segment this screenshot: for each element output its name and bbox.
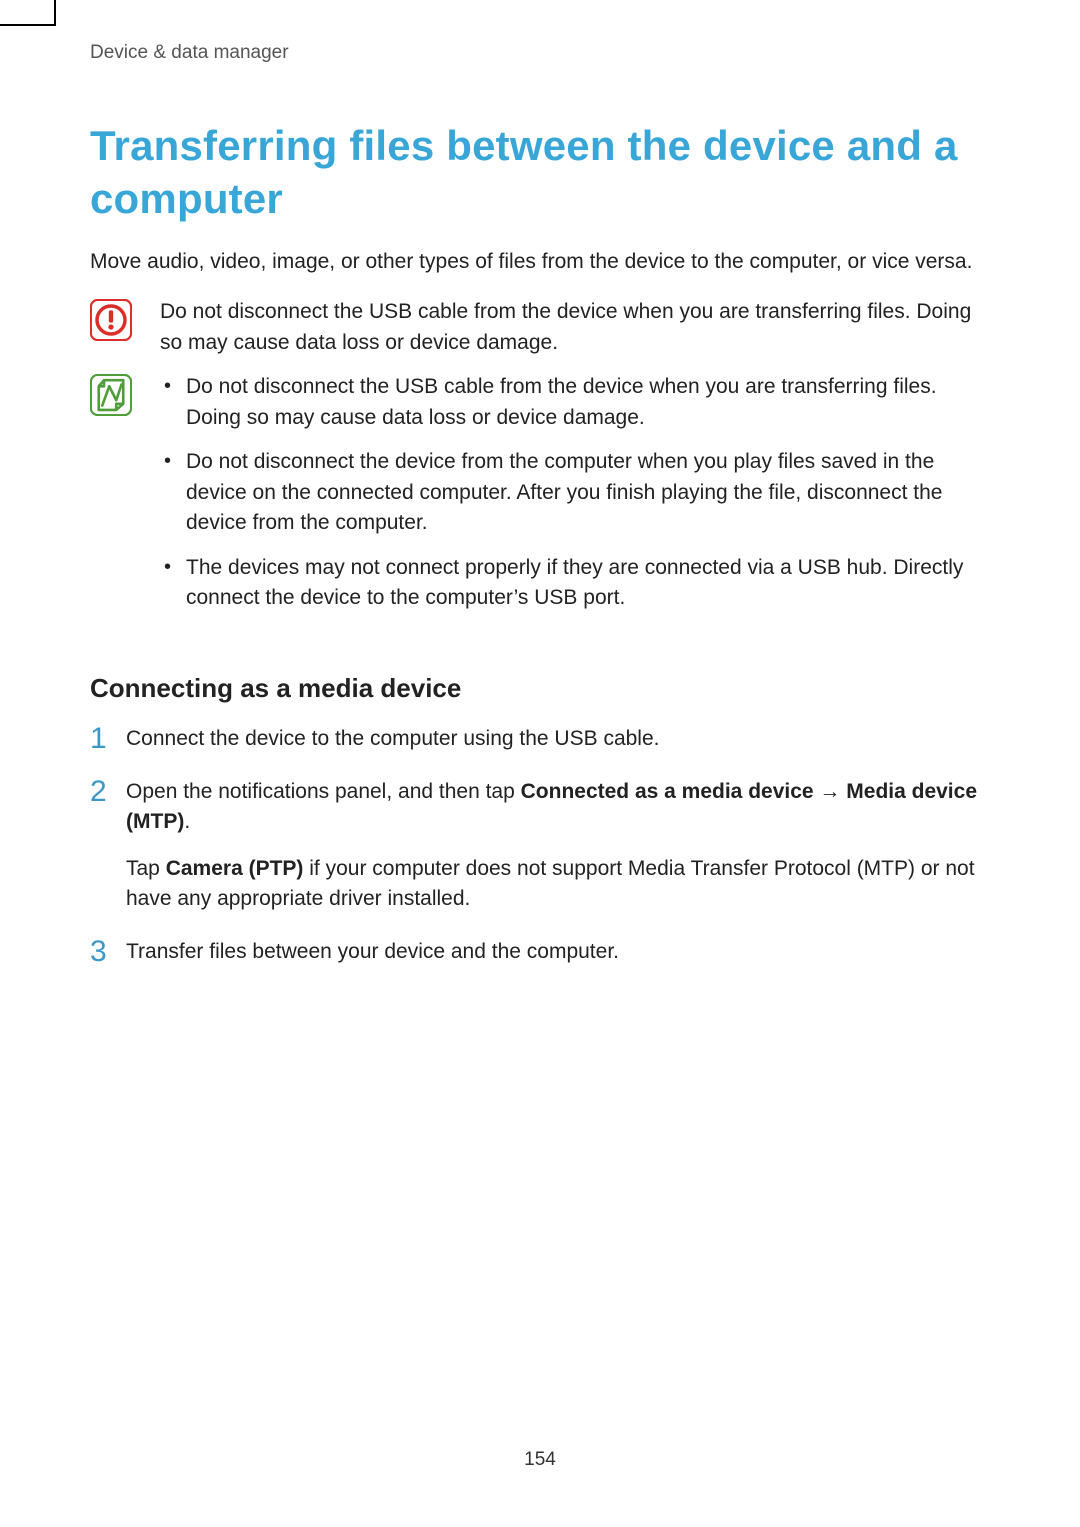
- crop-mark-vertical: [54, 0, 56, 26]
- running-head: Device & data manager: [90, 42, 990, 64]
- step-number: 1: [90, 724, 126, 754]
- step-body: Transfer files between your device and t…: [126, 937, 990, 967]
- note-bullet-list: Do not disconnect the USB cable from the…: [160, 372, 990, 613]
- step-2: 2 Open the notifications panel, and then…: [90, 777, 990, 915]
- text-fragment: Open the notifications panel, and then t…: [126, 780, 521, 803]
- note-bullet: Do not disconnect the device from the co…: [160, 447, 990, 538]
- section-heading: Connecting as a media device: [90, 673, 990, 704]
- note-bullet: The devices may not connect properly if …: [160, 553, 990, 614]
- warning-icon: [90, 299, 140, 346]
- note-body: Do not disconnect the USB cable from the…: [160, 372, 990, 627]
- step-1: 1 Connect the device to the computer usi…: [90, 724, 990, 754]
- step-number: 3: [90, 937, 126, 967]
- document-page: Device & data manager Transferring files…: [0, 0, 1080, 1527]
- bold-text: Connected as a media device: [521, 780, 814, 803]
- step-3: 3 Transfer files between your device and…: [90, 937, 990, 967]
- intro-paragraph: Move audio, video, image, or other types…: [90, 247, 990, 277]
- bold-text: Camera (PTP): [166, 857, 304, 880]
- page-title: Transferring files between the device an…: [90, 120, 990, 225]
- step-body: Open the notifications panel, and then t…: [126, 777, 990, 915]
- crop-mark-horizontal: [0, 24, 56, 26]
- note-icon: [90, 374, 140, 421]
- arrow-glyph: →: [814, 780, 847, 803]
- step-text: Open the notifications panel, and then t…: [126, 777, 990, 838]
- text-fragment: Tap: [126, 857, 166, 880]
- caution-callout: Do not disconnect the USB cable from the…: [90, 297, 990, 358]
- page-number: 154: [0, 1449, 1080, 1471]
- note-bullet: Do not disconnect the USB cable from the…: [160, 372, 990, 433]
- note-callout: Do not disconnect the USB cable from the…: [90, 372, 990, 627]
- step-text: Transfer files between your device and t…: [126, 937, 990, 967]
- step-extra-text: Tap Camera (PTP) if your computer does n…: [126, 854, 990, 915]
- step-number: 2: [90, 777, 126, 807]
- step-text: Connect the device to the computer using…: [126, 724, 990, 754]
- step-body: Connect the device to the computer using…: [126, 724, 990, 754]
- caution-text: Do not disconnect the USB cable from the…: [160, 297, 990, 358]
- text-fragment: .: [184, 810, 190, 833]
